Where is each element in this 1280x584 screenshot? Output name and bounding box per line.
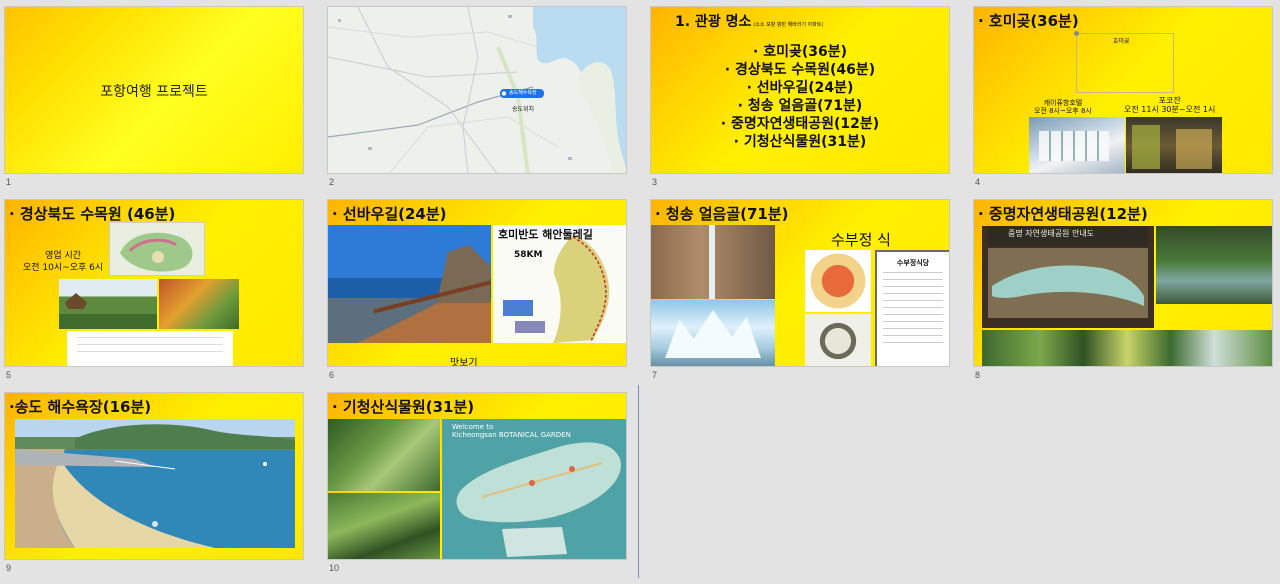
slide-title: · 호미곶(36분) bbox=[978, 12, 1079, 30]
pond-photo bbox=[1156, 226, 1272, 304]
food-dish-photo-2 bbox=[805, 314, 871, 366]
restaurant-photo bbox=[1126, 117, 1222, 173]
slide-title: · 중명자연생태공원(12분) bbox=[978, 205, 1148, 223]
slide-number: 10 bbox=[329, 563, 340, 573]
slide-thumbnail-4[interactable]: · 호미곶(36분) 호미곶 캐이퓨항호텔 오전 8시~오후 8시 포코잔 오전 1… bbox=[973, 6, 1273, 187]
botanical-garden-photo-2 bbox=[328, 493, 440, 559]
map-marker-label: 송도해수욕장 bbox=[509, 90, 537, 96]
attraction-item: · 선바우길(24분) bbox=[746, 80, 854, 96]
trail-distance: 58KM bbox=[514, 250, 543, 260]
frame-handle-icon bbox=[1074, 31, 1079, 36]
attraction-item: · 기청산식물원(31분) bbox=[733, 134, 867, 150]
slide-number: 5 bbox=[6, 370, 12, 380]
slide-title: · 선바우길(24분) bbox=[332, 205, 447, 223]
slide-title: · 기청산식물원(31분) bbox=[332, 398, 475, 416]
slide-number: 9 bbox=[6, 563, 12, 573]
menu-board: 수부정식당 bbox=[875, 250, 949, 366]
trail-map-image bbox=[493, 225, 626, 343]
food-caption: 수부정 식 bbox=[831, 231, 891, 249]
slide-number: 7 bbox=[652, 370, 658, 380]
slide-number: 6 bbox=[329, 370, 335, 380]
ice-valley-photo bbox=[651, 300, 775, 366]
slide-number: 3 bbox=[652, 177, 658, 187]
attraction-list: · 호미곶(36분) · 경상북도 수목원(46분) · 선바우길(24분) ·… bbox=[651, 43, 949, 151]
slide-number: 4 bbox=[975, 177, 981, 187]
map-place-label: 송도위치 bbox=[512, 106, 535, 113]
slide-thumbnail-7[interactable]: · 청송 얼음골(71분) 수부정 식 수부정식당 7 bbox=[650, 199, 950, 380]
garden-photo-strip bbox=[982, 330, 1272, 366]
food-dish-photo-1 bbox=[805, 250, 871, 312]
botanical-garden-photo-1 bbox=[328, 419, 440, 491]
slide-4: · 호미곶(36분) 호미곶 캐이퓨항호텔 오전 8시~오후 8시 포코잔 오전 1… bbox=[973, 6, 1273, 174]
insertion-marker bbox=[638, 385, 639, 578]
slide-8: · 중명자연생태공원(12분) 중명 자연생태공원 안내도 bbox=[973, 199, 1273, 367]
slide-thumbnail-2[interactable]: 송도해수욕장 송도위치 2 bbox=[327, 6, 627, 187]
slide-thumbnail-5[interactable]: · 경상북도 수목원 (46분) 영업 시간 오전 10시~오후 6시 5 bbox=[4, 199, 304, 380]
park-sign-text: 중명 자연생태공원 안내도 bbox=[1008, 229, 1095, 238]
slide-7: · 청송 얼음골(71분) 수부정 식 수부정식당 bbox=[650, 199, 950, 367]
slide-number: 8 bbox=[975, 370, 981, 380]
waterfall-photo bbox=[651, 225, 775, 299]
garden-welcome-text: Welcome to Kicheongsan BOTANICAL GARDEN bbox=[452, 423, 571, 439]
slide-thumbnail-1[interactable]: 포항여행 프로젝트 1 bbox=[4, 6, 304, 187]
slide-thumbnail-9[interactable]: ·송도 해수욕장(16분) 9 bbox=[4, 392, 304, 573]
slide-6: · 선바우길(24분) 호미반도 해안둘레길 58KM 맛보기 bbox=[327, 199, 627, 367]
box-label: 호미곶 bbox=[1113, 38, 1130, 45]
slide-9: ·송도 해수욕장(16분) bbox=[4, 392, 304, 560]
slide-heading: 1. 관광 명소 (소소 포항 항만 해바라기 아파트) bbox=[675, 14, 824, 30]
slide-title: ·송도 해수욕장(16분) bbox=[9, 398, 152, 416]
map-image bbox=[328, 7, 626, 173]
slide-2: 송도해수욕장 송도위치 bbox=[327, 6, 627, 174]
slide-caption: 맛보기 bbox=[450, 358, 478, 367]
slide-5: · 경상북도 수목원 (46분) 영업 시간 오전 10시~오후 6시 bbox=[4, 199, 304, 367]
slide-title: · 청송 얼음골(71분) bbox=[655, 205, 789, 223]
attraction-item: · 청송 얼음골(71분) bbox=[737, 98, 863, 114]
arboretum-map-photo bbox=[109, 222, 205, 276]
slide-number: 1 bbox=[6, 177, 12, 187]
slide-3: 1. 관광 명소 (소소 포항 항만 해바라기 아파트) · 호미곶(36분) ·… bbox=[650, 6, 950, 174]
trail-map-title: 호미반도 해안둘레길 bbox=[498, 228, 593, 241]
autumn-trees-photo bbox=[159, 279, 239, 329]
pavilion-photo bbox=[59, 279, 157, 329]
info-table bbox=[67, 331, 233, 366]
park-guide-map-photo bbox=[982, 226, 1154, 328]
slide-thumbnail-6[interactable]: · 선바우길(24분) 호미반도 해안둘레길 58KM 맛보기 6 bbox=[327, 199, 627, 380]
slide-thumbnail-10[interactable]: · 기청산식물원(31분) Welcome to Kicheongsan BOTA… bbox=[327, 392, 627, 573]
botanical-garden-map bbox=[442, 419, 626, 559]
hotel-label: 캐이퓨항호텔 오전 8시~오후 8시 bbox=[1034, 99, 1092, 115]
attraction-item: · 호미곶(36분) bbox=[753, 44, 847, 60]
beach-aerial-photo bbox=[15, 419, 295, 548]
slide-title: 포항여행 프로젝트 bbox=[100, 84, 208, 100]
slide-thumbnail-3[interactable]: 1. 관광 명소 (소소 포항 항만 해바라기 아파트) · 호미곶(36분) ·… bbox=[650, 6, 950, 187]
slide-1: 포항여행 프로젝트 bbox=[4, 6, 304, 174]
hotel-photo bbox=[1029, 117, 1125, 173]
attraction-item: · 중명자연생태공원(12분) bbox=[720, 116, 880, 132]
slide-sorter: 포항여행 프로젝트 1 송도해수욕장 송도위치 2 1. 관광 명소 (소소 포… bbox=[0, 0, 1280, 584]
slide-10: · 기청산식물원(31분) Welcome to Kicheongsan BOTA… bbox=[327, 392, 627, 560]
attraction-item: · 경상북도 수목원(46분) bbox=[724, 62, 876, 78]
slide-title: · 경상북도 수목원 (46분) bbox=[9, 205, 176, 223]
menu-board-title: 수부정식당 bbox=[896, 259, 930, 267]
slide-number: 2 bbox=[329, 177, 335, 187]
hours-label: 영업 시간 오전 10시~오후 6시 bbox=[23, 251, 104, 273]
slide-heading-note: (소소 포항 항만 해바라기 아파트) bbox=[753, 22, 824, 28]
restaurant-label: 포코잔 오전 11시 30분~오전 1시 bbox=[1124, 96, 1216, 114]
slide-thumbnail-8[interactable]: · 중명자연생태공원(12분) 중명 자연생태공원 안내도 8 bbox=[973, 199, 1273, 380]
coastal-boardwalk-photo bbox=[328, 225, 491, 343]
